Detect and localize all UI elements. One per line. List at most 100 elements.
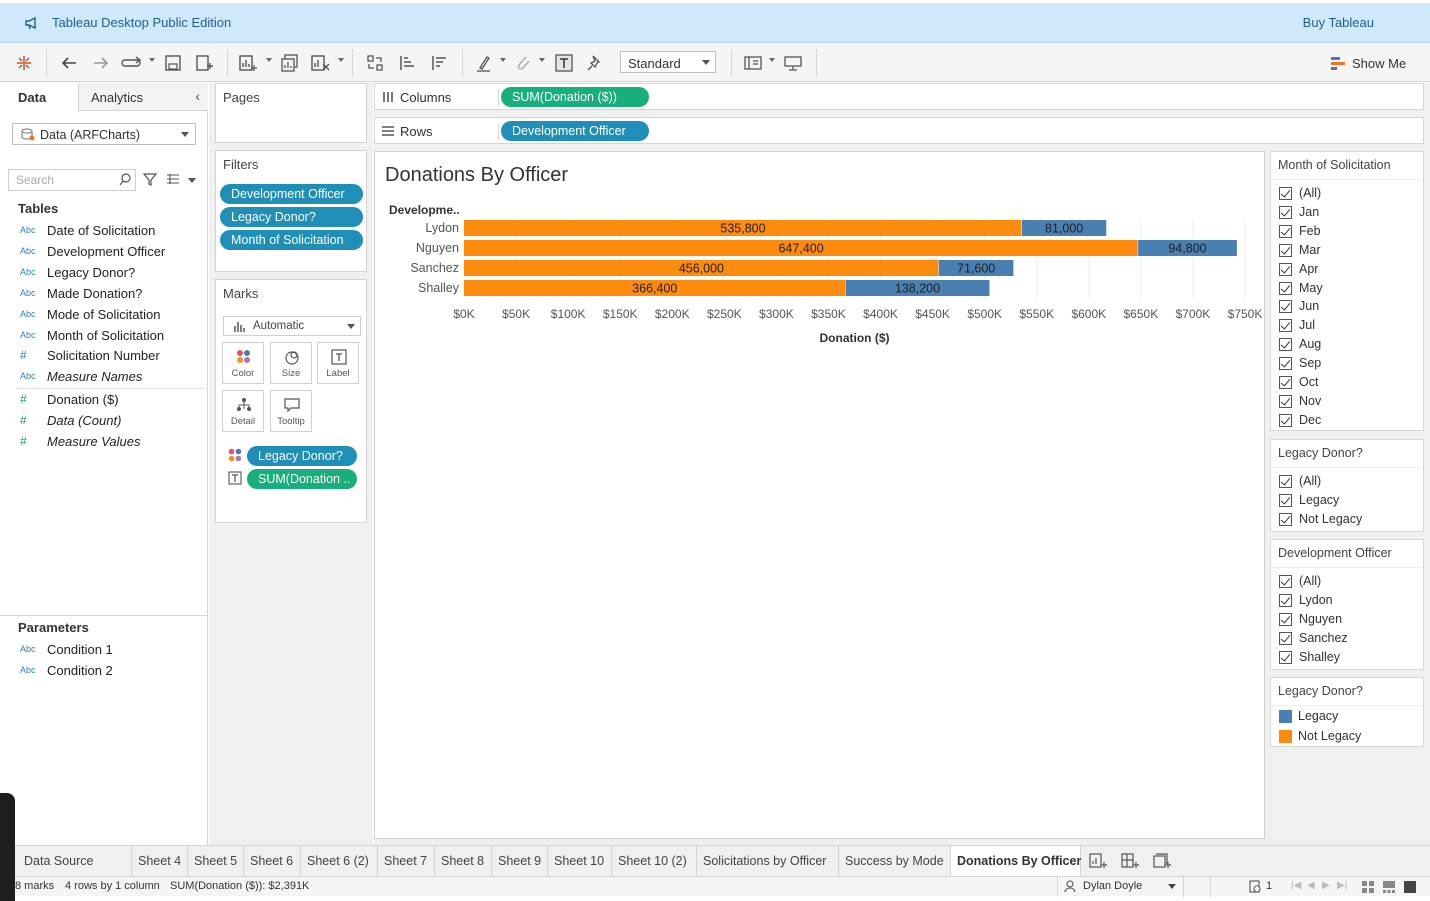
tab-data[interactable]: Data bbox=[0, 83, 78, 111]
checkbox-checked-icon[interactable] bbox=[1279, 612, 1292, 626]
group-members-icon[interactable] bbox=[513, 53, 533, 73]
checkbox-checked-icon[interactable] bbox=[1279, 262, 1292, 276]
buy-tableau-link[interactable]: Buy Tableau bbox=[1303, 15, 1374, 30]
checkbox-legacy-all[interactable]: (All) bbox=[1279, 473, 1419, 491]
checkbox-officer-lydon[interactable]: Lydon bbox=[1279, 592, 1419, 610]
sheet-tab-donations-by-officer[interactable]: Donations By Officer bbox=[951, 846, 1081, 876]
detail-button[interactable]: Detail bbox=[222, 390, 264, 432]
sheet-tab-sheet-8[interactable]: Sheet 8 bbox=[435, 846, 492, 876]
checkbox-officer-shalley[interactable]: Shalley bbox=[1279, 649, 1419, 667]
sheet-tab-success-by-mode[interactable]: Success by Mode bbox=[839, 846, 951, 876]
rows-shelf[interactable]: Rows Development Officer bbox=[374, 117, 1424, 144]
checkbox-officer-sanchez[interactable]: Sanchez bbox=[1279, 630, 1419, 648]
new-worksheet-tab-icon[interactable] bbox=[1089, 853, 1107, 869]
checkbox-checked-icon[interactable] bbox=[1279, 205, 1292, 219]
duplicate-sheet-icon[interactable] bbox=[280, 53, 300, 73]
columns-shelf[interactable]: Columns SUM(Donation ($)) bbox=[374, 83, 1424, 110]
tab-analytics[interactable]: Analytics ‹ bbox=[78, 83, 208, 111]
checkbox-checked-icon[interactable] bbox=[1279, 413, 1292, 427]
presentation-mode-icon[interactable] bbox=[783, 53, 803, 73]
view-dropdown-caret[interactable] bbox=[188, 178, 196, 183]
field-item[interactable]: Abc Made Donation? bbox=[18, 284, 203, 304]
checkbox-checked-icon[interactable] bbox=[1279, 493, 1292, 507]
field-item[interactable]: # Measure Values bbox=[18, 432, 203, 452]
mark-type-select[interactable]: Automatic bbox=[223, 316, 361, 336]
replay-icon[interactable] bbox=[120, 53, 144, 73]
sheet-tab-sheet-5[interactable]: Sheet 5 bbox=[188, 846, 244, 876]
checkbox-legacy-legacy[interactable]: Legacy bbox=[1279, 492, 1419, 510]
marks-pill-sum-donation[interactable]: SUM(Donation .. bbox=[247, 469, 357, 489]
checkbox-checked-icon[interactable] bbox=[1279, 512, 1292, 526]
redo-icon[interactable] bbox=[91, 53, 111, 73]
checkbox-month-nov[interactable]: Nov bbox=[1279, 393, 1419, 411]
filter-pill-legacy-donor[interactable]: Legacy Donor? bbox=[220, 207, 363, 227]
checkbox-month-oct[interactable]: Oct bbox=[1279, 374, 1419, 392]
filters-card[interactable]: Filters Development Officer Legacy Donor… bbox=[215, 150, 367, 272]
checkbox-month-apr[interactable]: Apr bbox=[1279, 261, 1419, 279]
next-sheet-icon[interactable]: ▶ bbox=[1322, 880, 1330, 891]
field-item[interactable]: Abc Legacy Donor? bbox=[18, 263, 203, 283]
checkbox-officer-nguyen[interactable]: Nguyen bbox=[1279, 611, 1419, 629]
label-button[interactable]: Label bbox=[317, 342, 359, 384]
legend-item[interactable]: Not Legacy bbox=[1279, 728, 1419, 746]
filter-pill-development-officer[interactable]: Development Officer bbox=[220, 184, 363, 204]
clear-sheet-icon[interactable] bbox=[310, 53, 330, 73]
new-dashboard-tab-icon[interactable] bbox=[1121, 853, 1139, 869]
checkbox-month-may[interactable]: May bbox=[1279, 280, 1419, 298]
tableau-logo-icon[interactable] bbox=[14, 53, 34, 73]
field-item[interactable]: # Solicitation Number bbox=[18, 346, 203, 366]
replay-dropdown-caret[interactable] bbox=[149, 58, 155, 62]
field-item[interactable]: Abc Date of Solicitation bbox=[18, 221, 203, 241]
save-icon[interactable] bbox=[163, 53, 183, 73]
show-filmstrip-icon[interactable] bbox=[1362, 881, 1374, 893]
datasource-select[interactable]: Data (ARFCharts) bbox=[12, 123, 196, 145]
highlight-icon[interactable] bbox=[474, 53, 494, 73]
show-mark-labels-icon[interactable] bbox=[554, 53, 574, 73]
checkbox-checked-icon[interactable] bbox=[1279, 187, 1292, 200]
sheet-tab-sheet-6[interactable]: Sheet 6 bbox=[244, 846, 301, 876]
checkbox-checked-icon[interactable] bbox=[1279, 357, 1292, 371]
checkbox-checked-icon[interactable] bbox=[1279, 376, 1292, 389]
field-item[interactable]: Abc Month of Solicitation bbox=[18, 326, 203, 346]
new-story-tab-icon[interactable] bbox=[1153, 853, 1171, 869]
fit-mode-select[interactable]: Standard bbox=[620, 51, 716, 73]
checkbox-month-jan[interactable]: Jan bbox=[1279, 204, 1419, 222]
checkbox-month-jun[interactable]: Jun bbox=[1279, 298, 1419, 316]
highlight-dropdown-caret[interactable] bbox=[500, 58, 506, 62]
field-search[interactable] bbox=[8, 169, 136, 191]
show-cards-icon[interactable] bbox=[743, 53, 763, 73]
field-item[interactable]: Abc Mode of Solicitation bbox=[18, 305, 203, 325]
checkbox-checked-icon[interactable] bbox=[1279, 394, 1292, 408]
checkbox-checked-icon[interactable] bbox=[1279, 475, 1292, 488]
checkbox-month-aug[interactable]: Aug bbox=[1279, 336, 1419, 354]
sort-descending-icon[interactable] bbox=[429, 53, 449, 73]
previous-sheet-icon[interactable]: ◀ bbox=[1307, 880, 1315, 891]
undo-icon[interactable] bbox=[59, 53, 79, 73]
show-cards-dropdown-caret[interactable] bbox=[769, 58, 775, 62]
view-list-icon[interactable] bbox=[166, 173, 180, 185]
columns-pill-sum-donation[interactable]: SUM(Donation ($)) bbox=[501, 87, 649, 107]
sheet-sorter-icon[interactable] bbox=[1249, 880, 1262, 894]
new-datasource-icon[interactable] bbox=[194, 53, 214, 73]
sheet-tab-sheet-10[interactable]: Sheet 10 bbox=[548, 846, 612, 876]
field-item[interactable]: # Data (Count) bbox=[18, 411, 203, 431]
checkbox-checked-icon[interactable] bbox=[1279, 575, 1292, 588]
checkbox-month-feb[interactable]: Feb bbox=[1279, 223, 1419, 241]
parameter-item[interactable]: Abc Condition 2 bbox=[18, 661, 203, 681]
checkbox-month-mar[interactable]: Mar bbox=[1279, 242, 1419, 260]
show-sheet-sorter-icon[interactable] bbox=[1383, 881, 1395, 893]
checkbox-month-sep[interactable]: Sep bbox=[1279, 355, 1419, 373]
first-sheet-icon[interactable]: |◀ bbox=[1291, 880, 1301, 891]
clear-sheet-dropdown-caret[interactable] bbox=[338, 58, 344, 62]
field-item[interactable]: Abc Development Officer bbox=[18, 242, 203, 262]
parameter-item[interactable]: Abc Condition 1 bbox=[18, 640, 203, 660]
stacked-bar-chart[interactable]: Developme.. Lydon 535,800 81,000 Nguyen 647,4… bbox=[375, 152, 1264, 838]
fix-axes-pin-icon[interactable] bbox=[585, 53, 605, 73]
color-button[interactable]: Color bbox=[222, 342, 264, 384]
search-input[interactable] bbox=[16, 171, 116, 189]
checkbox-checked-icon[interactable] bbox=[1279, 631, 1292, 645]
collapse-chevron-icon[interactable]: ‹ bbox=[195, 88, 200, 104]
checkbox-checked-icon[interactable] bbox=[1279, 281, 1292, 295]
pages-card[interactable]: Pages bbox=[215, 83, 367, 143]
show-tabs-icon[interactable] bbox=[1404, 881, 1416, 893]
